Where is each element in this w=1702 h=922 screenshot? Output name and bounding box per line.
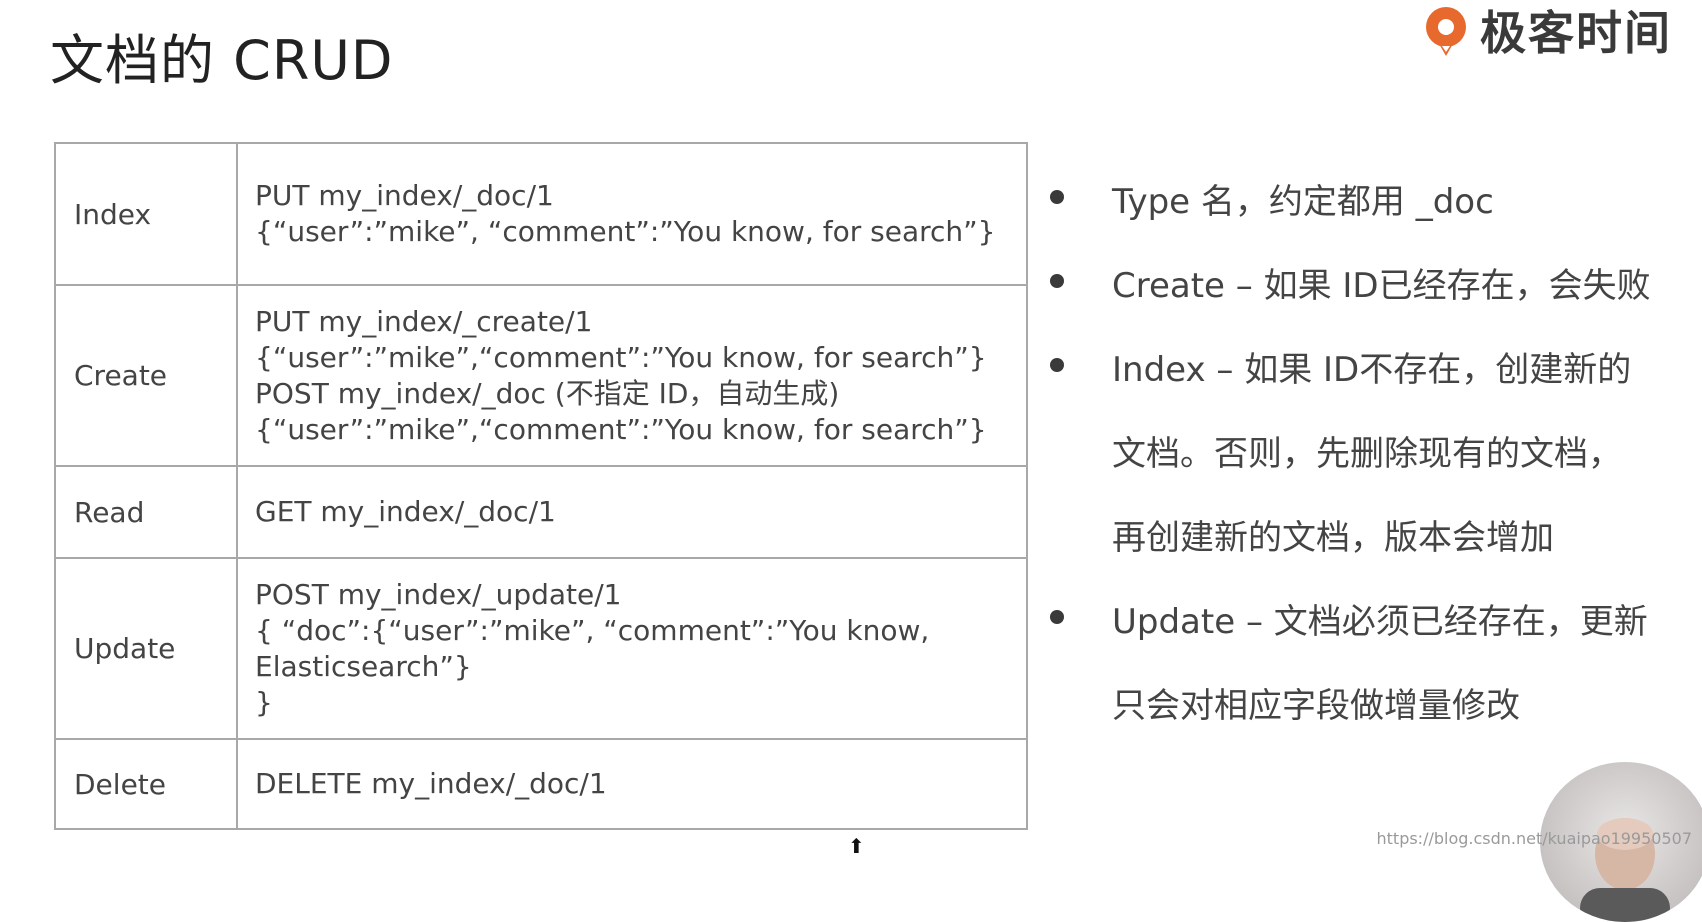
op-cell: Read: [54, 465, 238, 559]
code-line: {“user”:”mike”,“comment”:”You know, for …: [255, 412, 987, 446]
code-line: }: [255, 685, 273, 719]
bullet-dot-icon: [1050, 358, 1064, 372]
bullet-line: 文档。否则，先删除现有的文档，: [1112, 434, 1622, 474]
table-row: Update POST my_index/_update/1 { “doc”:{…: [54, 557, 1028, 740]
logo-text: 极客时间: [1480, 6, 1672, 60]
code-line: DELETE my_index/_doc/1: [255, 767, 607, 800]
op-cell: Update: [54, 557, 238, 740]
code-cell: PUT my_index/_doc/1 {“user”:”mike”, “com…: [236, 142, 1028, 286]
table-row: Read GET my_index/_doc/1: [54, 465, 1028, 559]
table-row: Delete DELETE my_index/_doc/1: [54, 738, 1028, 830]
bullet-line: Type 名，约定都用 _doc: [1112, 182, 1494, 222]
watermark: https://blog.csdn.net/kuaipao19950507: [1376, 829, 1693, 848]
geektime-logo: 极客时间: [1418, 0, 1672, 60]
code-line: { “doc”:{“user”:”mike”, “comment”:”You k…: [255, 613, 930, 647]
code-cell: PUT my_index/_create/1 {“user”:”mike”,“c…: [236, 284, 1028, 467]
op-cell: Create: [54, 284, 238, 467]
bullet-line: Update – 文档必须已经存在，更新: [1112, 602, 1648, 642]
code-line: GET my_index/_doc/1: [255, 495, 556, 528]
code-line: {“user”:”mike”, “comment”:”You know, for…: [255, 215, 996, 248]
bullet-dot-icon: [1050, 274, 1064, 288]
code-cell: GET my_index/_doc/1: [236, 465, 1028, 559]
bullet-item: Index – 如果 ID不存在，创建新的 文档。否则，先删除现有的文档， 再创…: [1050, 328, 1690, 580]
geektime-logo-icon: [1426, 7, 1466, 56]
code-line: PUT my_index/_create/1: [255, 304, 593, 338]
bullet-item: Create – 如果 ID已经存在，会失败: [1050, 244, 1690, 328]
bullet-line: Index – 如果 ID不存在，创建新的: [1112, 350, 1632, 390]
bullet-dot-icon: [1050, 610, 1064, 624]
bullet-list: Type 名，约定都用 _doc Create – 如果 ID已经存在，会失败 …: [1050, 160, 1690, 748]
code-line: PUT my_index/_doc/1: [255, 179, 554, 212]
code-cell: DELETE my_index/_doc/1: [236, 738, 1028, 830]
bullet-dot-icon: [1050, 190, 1064, 204]
bullet-item: Type 名，约定都用 _doc: [1050, 160, 1690, 244]
bullet-line: 再创建新的文档，版本会增加: [1112, 518, 1554, 558]
code-cell: POST my_index/_update/1 { “doc”:{“user”:…: [236, 557, 1028, 740]
bullet-item: Update – 文档必须已经存在，更新 只会对相应字段做增量修改: [1050, 580, 1690, 748]
op-cell: Index: [54, 142, 238, 286]
code-line: POST my_index/_doc (不指定 ID，自动生成): [255, 376, 840, 410]
crud-table: Index PUT my_index/_doc/1 {“user”:”mike”…: [54, 142, 1028, 830]
op-cell: Delete: [54, 738, 238, 830]
slide-title: 文档的 CRUD: [50, 29, 394, 92]
mouse-cursor-icon: ⬆: [848, 834, 865, 858]
code-line: Elasticsearch”}: [255, 649, 472, 683]
bullet-line: Create – 如果 ID已经存在，会失败: [1112, 266, 1651, 306]
bullet-line: 只会对相应字段做增量修改: [1112, 686, 1520, 726]
code-line: POST my_index/_update/1: [255, 577, 622, 611]
table-row: Create PUT my_index/_create/1 {“user”:”m…: [54, 284, 1028, 467]
code-line: {“user”:”mike”,“comment”:”You know, for …: [255, 340, 987, 374]
table-row: Index PUT my_index/_doc/1 {“user”:”mike”…: [54, 142, 1028, 286]
